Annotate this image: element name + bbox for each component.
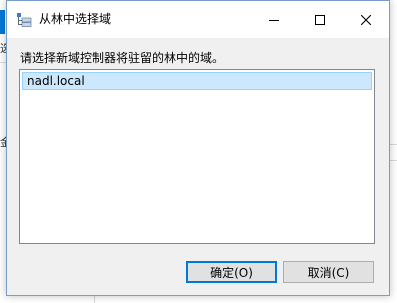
minimize-button[interactable] — [251, 1, 297, 38]
select-domain-dialog: 从林中选择域 请选择新域控制器将驻留的林中的域。 nadl.local 确定(O… — [6, 0, 390, 296]
background-divider — [94, 296, 95, 303]
close-button[interactable] — [343, 1, 389, 38]
close-icon — [360, 10, 372, 29]
domain-tree-icon — [16, 12, 32, 28]
background-divider — [390, 160, 397, 161]
instruction-label: 请选择新域控制器将驻留的林中的域。 — [20, 51, 225, 65]
background-accent-bar — [0, 10, 5, 34]
maximize-icon — [315, 10, 325, 29]
minimize-icon — [269, 10, 279, 29]
title-bar[interactable]: 从林中选择域 — [7, 1, 389, 38]
ok-button[interactable]: 确定(O) — [186, 261, 277, 283]
domain-list-item[interactable]: nadl.local — [22, 72, 372, 90]
background-divider — [390, 144, 397, 145]
maximize-button[interactable] — [297, 1, 343, 38]
dialog-title: 从林中选择域 — [39, 12, 112, 26]
domain-listbox[interactable]: nadl.local — [19, 69, 375, 244]
cancel-button[interactable]: 取消(C) — [283, 261, 374, 283]
